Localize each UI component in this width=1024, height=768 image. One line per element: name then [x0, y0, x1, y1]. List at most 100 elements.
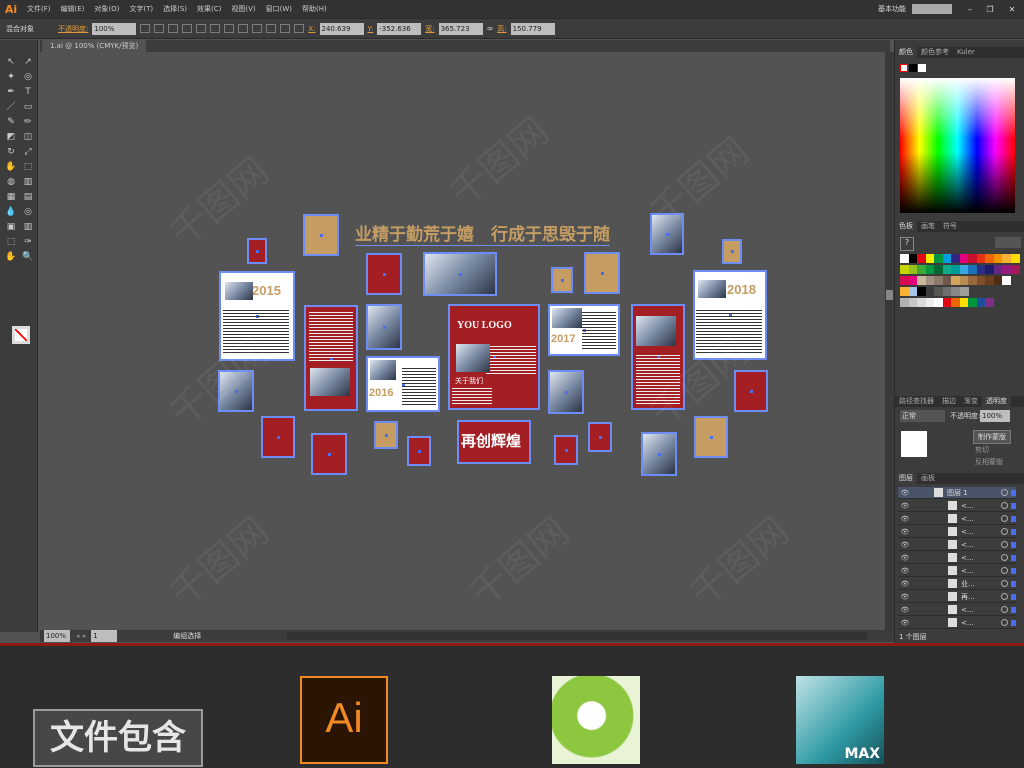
tool-button[interactable]: T: [22, 86, 34, 98]
menu-item[interactable]: 选择(S): [158, 4, 192, 14]
tool-button[interactable]: ◩: [5, 131, 17, 143]
tool-button[interactable]: 💧: [5, 206, 17, 218]
layer-row[interactable]: 👁 再...: [898, 591, 1016, 603]
target-icon[interactable]: [1001, 528, 1008, 535]
layer-row[interactable]: 👁 图层 1: [898, 487, 1016, 499]
panel-tab[interactable]: 符号: [939, 221, 961, 232]
fill-none-icon[interactable]: [900, 64, 908, 72]
align-icon[interactable]: [280, 24, 291, 33]
tool-button[interactable]: ↗: [22, 56, 34, 68]
white-swatch[interactable]: [918, 64, 926, 72]
opacity-field[interactable]: 100%: [92, 22, 137, 35]
tool-button[interactable]: ▭: [22, 101, 34, 113]
menu-item[interactable]: 文件(F): [22, 4, 56, 14]
layer-row[interactable]: 👁 <...: [898, 552, 1016, 564]
eye-icon[interactable]: 👁: [898, 528, 912, 536]
target-icon[interactable]: [1001, 580, 1008, 587]
eye-icon[interactable]: 👁: [898, 606, 912, 614]
panel-tab[interactable]: 颜色参考: [917, 47, 953, 58]
target-icon[interactable]: [1001, 515, 1008, 522]
target-icon[interactable]: [1001, 489, 1008, 496]
close-button[interactable]: ✕: [1000, 5, 1024, 14]
tool-button[interactable]: 🔍: [22, 251, 34, 263]
layer-row[interactable]: 👁 <...: [898, 526, 1016, 538]
align-icon[interactable]: [224, 24, 235, 33]
workspace-switcher[interactable]: 基本功能: [878, 4, 906, 14]
menu-item[interactable]: 视图(V): [226, 4, 260, 14]
align-icon[interactable]: [252, 24, 263, 33]
align-icon[interactable]: [140, 24, 151, 33]
eye-icon[interactable]: 👁: [898, 567, 912, 575]
red-tile[interactable]: [366, 253, 402, 295]
gold-tile[interactable]: [551, 267, 573, 293]
menu-item[interactable]: 编辑(E): [56, 4, 90, 14]
red-tile[interactable]: [554, 435, 578, 465]
menu-item[interactable]: 效果(C): [192, 4, 226, 14]
gold-tile[interactable]: [303, 214, 339, 256]
help-icon[interactable]: ?: [900, 237, 914, 251]
link-icon[interactable]: ∞: [487, 24, 494, 33]
tool-button[interactable]: ✒: [5, 86, 17, 98]
red-tile[interactable]: [261, 416, 295, 458]
tool-button[interactable]: ▤: [22, 191, 34, 203]
tool-button[interactable]: ✎: [5, 116, 17, 128]
tool-button[interactable]: ✑: [22, 236, 34, 248]
align-icon[interactable]: [168, 24, 179, 33]
image-frame[interactable]: [218, 370, 254, 412]
eye-icon[interactable]: 👁: [898, 489, 912, 497]
image-frame[interactable]: [423, 252, 497, 296]
target-icon[interactable]: [1001, 606, 1008, 613]
tool-button[interactable]: ✏: [22, 116, 34, 128]
target-icon[interactable]: [1001, 541, 1008, 548]
menu-item[interactable]: 对象(O): [89, 4, 124, 14]
tool-button[interactable]: ✋: [5, 161, 17, 173]
tool-button[interactable]: ↻: [5, 146, 17, 158]
tool-button[interactable]: ▥: [22, 176, 34, 188]
restore-button[interactable]: ❐: [980, 5, 1000, 14]
layer-row[interactable]: 👁 <...: [898, 513, 1016, 525]
tool-button[interactable]: ✦: [5, 71, 17, 83]
panel-tab[interactable]: 画笔: [917, 221, 939, 232]
document-tab[interactable]: 1.ai @ 100% (CMYK/预览): [42, 40, 147, 52]
x-field[interactable]: 240.639: [319, 22, 364, 35]
panel-tab[interactable]: 透明度: [982, 396, 1011, 407]
tool-button[interactable]: ◍: [5, 176, 17, 188]
panel-tab[interactable]: 描边: [938, 396, 960, 407]
fill-stroke-swatch[interactable]: [12, 326, 30, 344]
tool-button[interactable]: ◎: [22, 206, 34, 218]
vertical-scrollbar[interactable]: [885, 52, 894, 630]
tool-button[interactable]: ◎: [22, 71, 34, 83]
gold-tile[interactable]: [722, 239, 742, 264]
view-toggle[interactable]: [995, 237, 1021, 248]
panel-tab[interactable]: 颜色: [895, 47, 917, 58]
align-icon[interactable]: [210, 24, 221, 33]
eye-icon[interactable]: 👁: [898, 580, 912, 588]
eye-icon[interactable]: 👁: [898, 515, 912, 523]
tool-button[interactable]: ⬚: [22, 161, 34, 173]
eye-icon[interactable]: 👁: [898, 593, 912, 601]
zoom-field[interactable]: 100%: [44, 630, 70, 642]
panel-tab[interactable]: 画板: [917, 473, 939, 484]
color-spectrum[interactable]: [900, 78, 1015, 213]
make-mask-button[interactable]: 制作蒙版: [973, 430, 1011, 444]
align-icon[interactable]: [196, 24, 207, 33]
tool-button[interactable]: ⤢: [22, 146, 34, 158]
tool-button[interactable]: ／: [5, 101, 17, 113]
image-frame[interactable]: [548, 370, 584, 414]
panel-tab[interactable]: Kuler: [953, 47, 979, 58]
align-icon[interactable]: [182, 24, 193, 33]
panel-tab[interactable]: 渐变: [960, 396, 982, 407]
image-frame[interactable]: [650, 213, 684, 255]
target-icon[interactable]: [1001, 554, 1008, 561]
color-swatch[interactable]: [959, 287, 969, 296]
color-swatch[interactable]: [1010, 265, 1020, 274]
red-tile[interactable]: [588, 422, 612, 452]
tool-button[interactable]: ⬚: [5, 236, 17, 248]
tool-button[interactable]: ▥: [22, 221, 34, 233]
eye-icon[interactable]: 👁: [898, 502, 912, 510]
color-swatch[interactable]: [1002, 276, 1011, 285]
layer-row[interactable]: 👁 <...: [898, 617, 1016, 629]
tool-button[interactable]: ↖: [5, 56, 17, 68]
page-field[interactable]: 1: [91, 630, 118, 642]
panel-tab[interactable]: 路径查找器: [895, 396, 938, 407]
